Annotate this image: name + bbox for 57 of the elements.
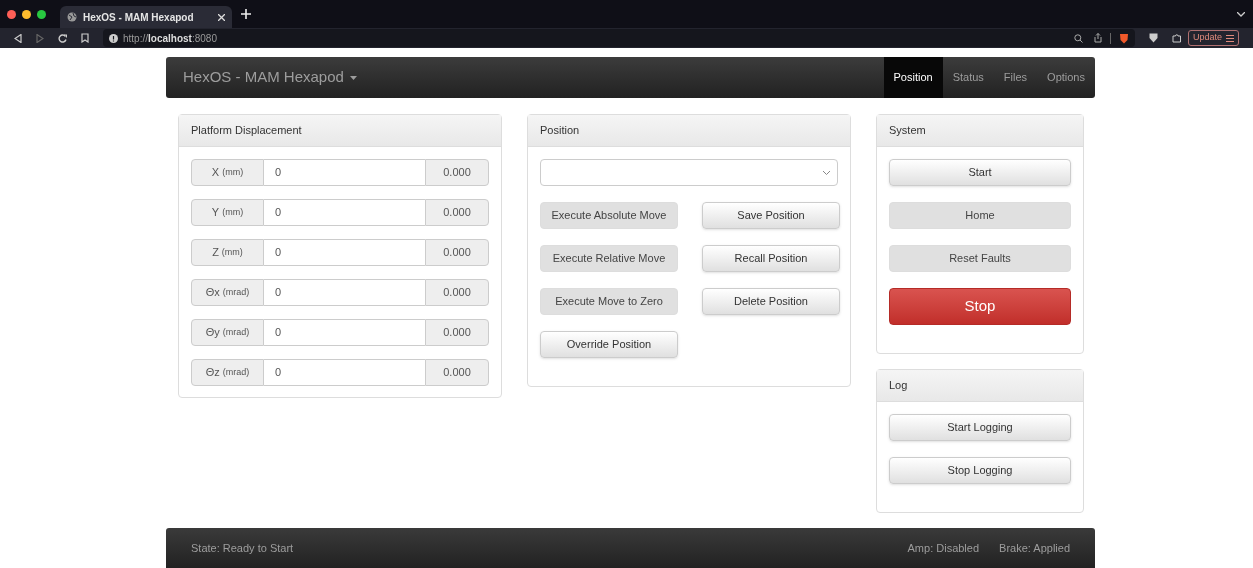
action-button[interactable]: Start <box>889 159 1071 186</box>
brake-status: Brake: Applied <box>999 540 1070 556</box>
reading-value: 0.000 <box>425 319 489 346</box>
shield-icon[interactable] <box>1118 32 1129 44</box>
reading-value: 0.000 <box>425 159 489 186</box>
nav-tab[interactable]: Status <box>942 57 994 98</box>
share-icon[interactable] <box>1093 33 1102 43</box>
action-button[interactable]: Recall Position <box>702 245 840 272</box>
forward-icon[interactable] <box>36 33 44 43</box>
back-icon[interactable] <box>14 33 22 43</box>
amp-status: Amp: Disabled <box>907 540 980 556</box>
axis-label: Z (mm) <box>191 239 264 266</box>
axis-label: Θy (mrad) <box>191 319 264 346</box>
nav-tab[interactable]: Position <box>883 57 943 98</box>
update-button[interactable]: Update <box>1187 30 1239 46</box>
reload-icon[interactable] <box>58 33 67 43</box>
app-title[interactable]: HexOS - MAM Hexapod <box>166 66 884 89</box>
reading-value: 0.000 <box>425 359 489 386</box>
nav-tab[interactable]: Files <box>993 57 1038 98</box>
value-input[interactable]: 0 <box>264 199 425 226</box>
chevron-down-icon[interactable] <box>1237 11 1245 17</box>
reading-value: 0.000 <box>425 279 489 306</box>
menu-icon <box>1226 34 1234 42</box>
caret-icon <box>350 76 358 81</box>
panel-title: System <box>889 123 926 139</box>
action-button[interactable]: Delete Position <box>702 288 840 315</box>
value-input[interactable]: 0 <box>264 159 425 186</box>
nav-tab[interactable]: Options <box>1037 57 1095 98</box>
value-input[interactable]: 0 <box>264 319 425 346</box>
action-button[interactable]: Stop Logging <box>889 457 1071 484</box>
action-button[interactable]: Override Position <box>540 331 678 358</box>
axis-label: Θz (mrad) <box>191 359 264 386</box>
zoom-icon[interactable] <box>1073 33 1083 43</box>
reading-value: 0.000 <box>425 199 489 226</box>
globe-icon <box>67 12 77 22</box>
axis-label: Θx (mrad) <box>191 279 264 306</box>
value-input[interactable]: 0 <box>264 239 425 266</box>
panel-title: Position <box>540 123 580 139</box>
bookmark-icon[interactable] <box>81 33 89 43</box>
action-button[interactable]: Save Position <box>702 202 840 229</box>
new-tab-icon[interactable] <box>241 9 251 19</box>
panel-title: Log <box>889 378 908 394</box>
state-text: State: Ready to Start <box>191 540 295 556</box>
close-icon[interactable] <box>218 13 225 21</box>
stop-button[interactable]: Stop <box>889 288 1071 325</box>
browser-tab[interactable]: HexOS - MAM Hexapod <box>60 6 232 28</box>
chevron-down-icon <box>823 170 830 175</box>
tab-title: HexOS - MAM Hexapod <box>83 10 195 25</box>
shield-icon[interactable] <box>1148 33 1158 43</box>
axis-label: X (mm) <box>191 159 264 186</box>
value-input[interactable]: 0 <box>264 279 425 306</box>
action-button[interactable]: Start Logging <box>889 414 1071 441</box>
info-icon[interactable] <box>109 33 118 43</box>
value-input[interactable]: 0 <box>264 359 425 386</box>
panel-title: Platform Displacement <box>191 123 302 139</box>
axis-label: Y (mm) <box>191 199 264 226</box>
reading-value: 0.000 <box>425 239 489 266</box>
